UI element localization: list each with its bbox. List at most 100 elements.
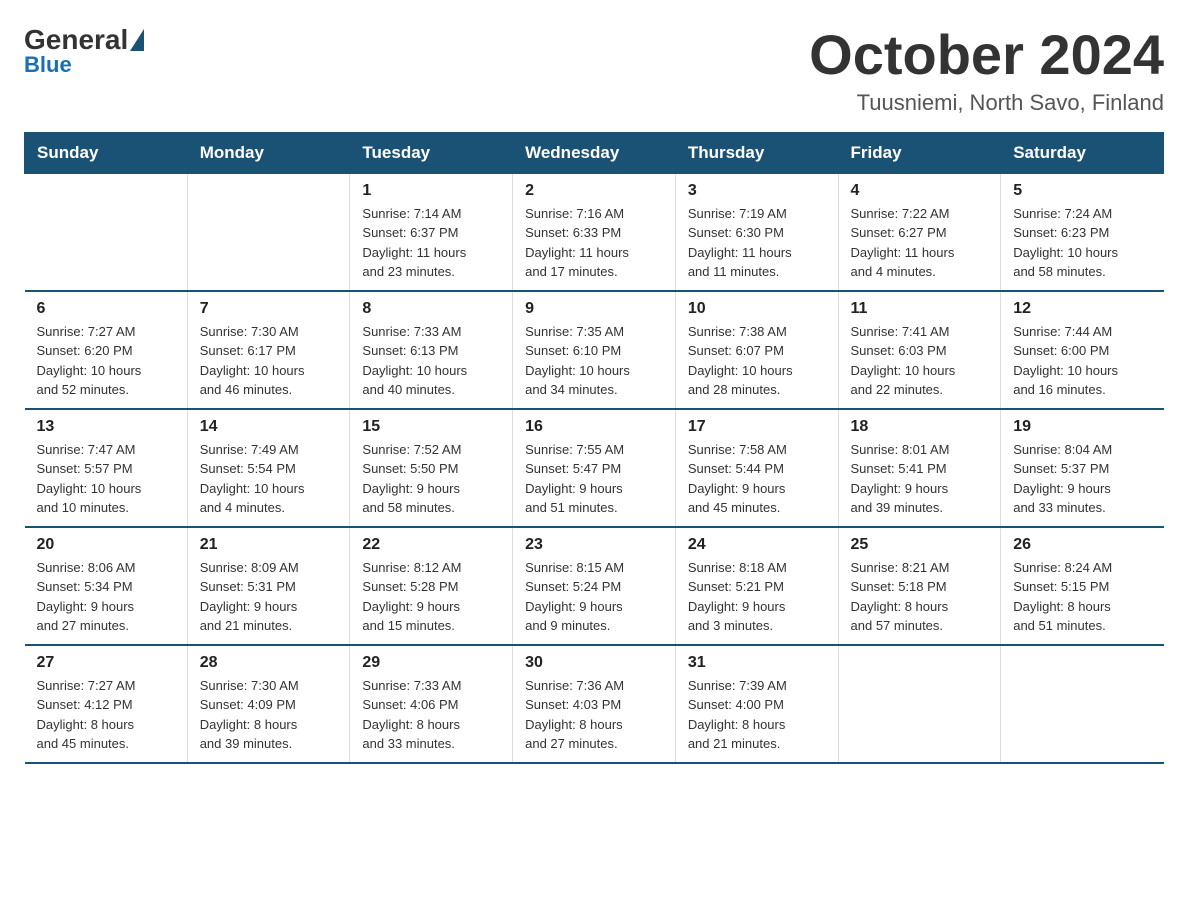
day-number: 22: [362, 536, 500, 554]
page-header: General Blue October 2024 Tuusniemi, Nor…: [24, 24, 1164, 116]
day-info: Sunrise: 8:12 AM Sunset: 5:28 PM Dayligh…: [362, 558, 500, 636]
calendar-cell: 8Sunrise: 7:33 AM Sunset: 6:13 PM Daylig…: [350, 291, 513, 409]
day-number: 10: [688, 300, 826, 318]
day-info: Sunrise: 8:21 AM Sunset: 5:18 PM Dayligh…: [851, 558, 989, 636]
day-info: Sunrise: 7:36 AM Sunset: 4:03 PM Dayligh…: [525, 676, 663, 754]
calendar-cell: 10 Sunrise: 7:38 AM Sunset: 6:07 PM Dayli…: [675, 291, 838, 409]
day-info: Sunrise: 7:14 AM Sunset: 6:37 PM Dayligh…: [362, 204, 500, 282]
calendar-cell: 20Sunrise: 8:06 AM Sunset: 5:34 PM Dayli…: [25, 527, 188, 645]
calendar-cell: 12 Sunrise: 7:44 AM Sunset: 6:00 PM Dayli…: [1001, 291, 1164, 409]
calendar-cell: 17Sunrise: 7:58 AM Sunset: 5:44 PM Dayli…: [675, 409, 838, 527]
main-title: October 2024: [809, 24, 1164, 86]
day-number: 20: [37, 536, 175, 554]
day-info: Sunrise: 7:33 AM Sunset: 6:13 PM Dayligh…: [362, 322, 500, 400]
day-number: 12: [1013, 300, 1151, 318]
day-number: 2: [525, 182, 663, 200]
calendar-cell: 9 Sunrise: 7:35 AM Sunset: 6:10 PM Daylig…: [513, 291, 676, 409]
day-info: Sunrise: 7:30 AM Sunset: 6:17 PM Dayligh…: [200, 322, 338, 400]
header-wednesday: Wednesday: [513, 132, 676, 173]
day-number: 5: [1013, 182, 1151, 200]
calendar-cell: 21Sunrise: 8:09 AM Sunset: 5:31 PM Dayli…: [187, 527, 350, 645]
day-number: 26: [1013, 536, 1151, 554]
day-number: 18: [851, 418, 989, 436]
day-number: 1: [362, 182, 500, 200]
day-number: 13: [37, 418, 175, 436]
calendar-cell: 14 Sunrise: 7:49 AM Sunset: 5:54 PM Dayli…: [187, 409, 350, 527]
day-number: 30: [525, 654, 663, 672]
day-info: Sunrise: 7:55 AM Sunset: 5:47 PM Dayligh…: [525, 440, 663, 518]
calendar-cell: 1 Sunrise: 7:14 AM Sunset: 6:37 PM Daylig…: [350, 173, 513, 291]
calendar-table: SundayMondayTuesdayWednesdayThursdayFrid…: [24, 132, 1164, 764]
calendar-cell: 23 Sunrise: 8:15 AM Sunset: 5:24 PM Dayli…: [513, 527, 676, 645]
day-number: 3: [688, 182, 826, 200]
calendar-cell: 19 Sunrise: 8:04 AM Sunset: 5:37 PM Dayli…: [1001, 409, 1164, 527]
day-number: 11: [851, 300, 989, 318]
calendar-cell: 29 Sunrise: 7:33 AM Sunset: 4:06 PM Dayli…: [350, 645, 513, 763]
calendar-cell: 13 Sunrise: 7:47 AM Sunset: 5:57 PM Dayli…: [25, 409, 188, 527]
day-info: Sunrise: 8:18 AM Sunset: 5:21 PM Dayligh…: [688, 558, 826, 636]
calendar-week-row: 13 Sunrise: 7:47 AM Sunset: 5:57 PM Dayli…: [25, 409, 1164, 527]
day-number: 24: [688, 536, 826, 554]
day-info: Sunrise: 7:58 AM Sunset: 5:44 PM Dayligh…: [688, 440, 826, 518]
calendar-week-row: 6 Sunrise: 7:27 AM Sunset: 6:20 PM Daylig…: [25, 291, 1164, 409]
location-title: Tuusniemi, North Savo, Finland: [809, 90, 1164, 116]
calendar-cell: 28 Sunrise: 7:30 AM Sunset: 4:09 PM Dayli…: [187, 645, 350, 763]
day-info: Sunrise: 7:52 AM Sunset: 5:50 PM Dayligh…: [362, 440, 500, 518]
calendar-cell: 11 Sunrise: 7:41 AM Sunset: 6:03 PM Dayli…: [838, 291, 1001, 409]
day-number: 19: [1013, 418, 1151, 436]
day-number: 21: [200, 536, 338, 554]
day-info: Sunrise: 8:15 AM Sunset: 5:24 PM Dayligh…: [525, 558, 663, 636]
day-info: Sunrise: 7:24 AM Sunset: 6:23 PM Dayligh…: [1013, 204, 1151, 282]
day-info: Sunrise: 7:27 AM Sunset: 4:12 PM Dayligh…: [37, 676, 175, 754]
day-info: Sunrise: 8:04 AM Sunset: 5:37 PM Dayligh…: [1013, 440, 1151, 518]
calendar-cell: 26Sunrise: 8:24 AM Sunset: 5:15 PM Dayli…: [1001, 527, 1164, 645]
day-number: 25: [851, 536, 989, 554]
logo-triangle-icon: [130, 29, 144, 51]
header-saturday: Saturday: [1001, 132, 1164, 173]
title-area: October 2024 Tuusniemi, North Savo, Finl…: [809, 24, 1164, 116]
calendar-cell: 3 Sunrise: 7:19 AM Sunset: 6:30 PM Daylig…: [675, 173, 838, 291]
day-info: Sunrise: 7:33 AM Sunset: 4:06 PM Dayligh…: [362, 676, 500, 754]
day-number: 6: [37, 300, 175, 318]
calendar-cell: 6 Sunrise: 7:27 AM Sunset: 6:20 PM Daylig…: [25, 291, 188, 409]
day-info: Sunrise: 7:27 AM Sunset: 6:20 PM Dayligh…: [37, 322, 175, 400]
calendar-cell: 2 Sunrise: 7:16 AM Sunset: 6:33 PM Daylig…: [513, 173, 676, 291]
calendar-week-row: 1 Sunrise: 7:14 AM Sunset: 6:37 PM Daylig…: [25, 173, 1164, 291]
calendar-cell: [838, 645, 1001, 763]
calendar-cell: 27 Sunrise: 7:27 AM Sunset: 4:12 PM Dayli…: [25, 645, 188, 763]
day-number: 23: [525, 536, 663, 554]
day-info: Sunrise: 7:38 AM Sunset: 6:07 PM Dayligh…: [688, 322, 826, 400]
calendar-week-row: 27 Sunrise: 7:27 AM Sunset: 4:12 PM Dayli…: [25, 645, 1164, 763]
day-info: Sunrise: 7:44 AM Sunset: 6:00 PM Dayligh…: [1013, 322, 1151, 400]
calendar-cell: 7 Sunrise: 7:30 AM Sunset: 6:17 PM Daylig…: [187, 291, 350, 409]
day-info: Sunrise: 7:16 AM Sunset: 6:33 PM Dayligh…: [525, 204, 663, 282]
calendar-cell: 22 Sunrise: 8:12 AM Sunset: 5:28 PM Dayli…: [350, 527, 513, 645]
calendar-cell: 15 Sunrise: 7:52 AM Sunset: 5:50 PM Dayli…: [350, 409, 513, 527]
calendar-week-row: 20Sunrise: 8:06 AM Sunset: 5:34 PM Dayli…: [25, 527, 1164, 645]
day-info: Sunrise: 7:19 AM Sunset: 6:30 PM Dayligh…: [688, 204, 826, 282]
day-number: 29: [362, 654, 500, 672]
calendar-cell: [25, 173, 188, 291]
header-tuesday: Tuesday: [350, 132, 513, 173]
day-number: 14: [200, 418, 338, 436]
day-number: 27: [37, 654, 175, 672]
calendar-cell: 31 Sunrise: 7:39 AM Sunset: 4:00 PM Dayli…: [675, 645, 838, 763]
day-info: Sunrise: 7:30 AM Sunset: 4:09 PM Dayligh…: [200, 676, 338, 754]
day-number: 7: [200, 300, 338, 318]
day-info: Sunrise: 7:35 AM Sunset: 6:10 PM Dayligh…: [525, 322, 663, 400]
day-info: Sunrise: 7:41 AM Sunset: 6:03 PM Dayligh…: [851, 322, 989, 400]
logo-blue-text: Blue: [24, 52, 72, 78]
calendar-cell: [1001, 645, 1164, 763]
day-info: Sunrise: 7:39 AM Sunset: 4:00 PM Dayligh…: [688, 676, 826, 754]
day-number: 16: [525, 418, 663, 436]
day-number: 15: [362, 418, 500, 436]
day-number: 31: [688, 654, 826, 672]
calendar-cell: [187, 173, 350, 291]
day-number: 28: [200, 654, 338, 672]
day-info: Sunrise: 7:49 AM Sunset: 5:54 PM Dayligh…: [200, 440, 338, 518]
day-info: Sunrise: 7:47 AM Sunset: 5:57 PM Dayligh…: [37, 440, 175, 518]
calendar-header-row: SundayMondayTuesdayWednesdayThursdayFrid…: [25, 132, 1164, 173]
day-number: 9: [525, 300, 663, 318]
day-info: Sunrise: 8:01 AM Sunset: 5:41 PM Dayligh…: [851, 440, 989, 518]
logo: General Blue: [24, 24, 146, 78]
